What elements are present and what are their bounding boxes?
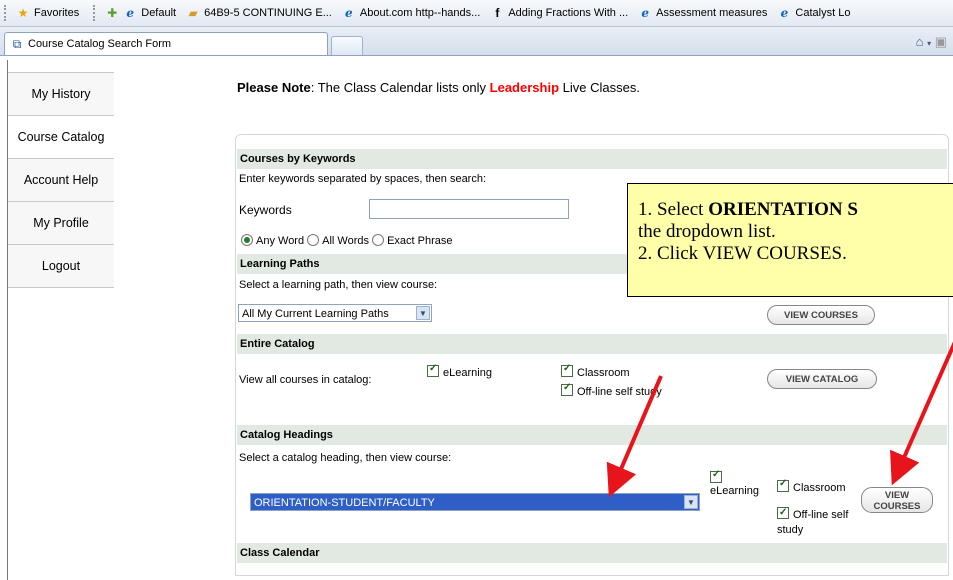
arrow-to-view-courses (890, 341, 953, 486)
annotation-arrows (606, 341, 953, 498)
arrow-to-dropdown (606, 375, 663, 498)
